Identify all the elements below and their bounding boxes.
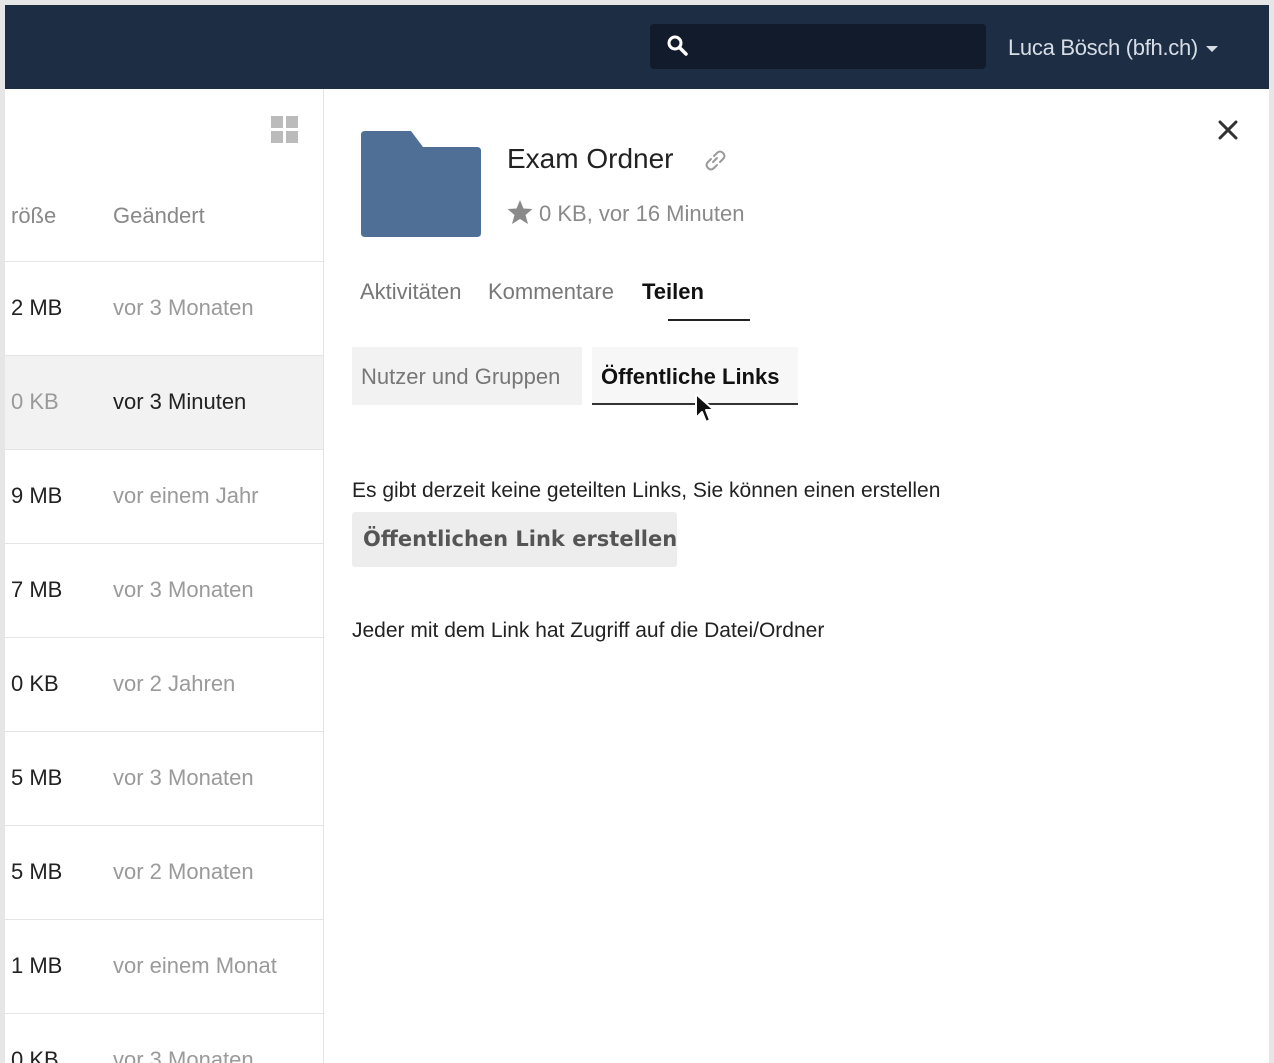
link-icon[interactable] <box>702 147 728 173</box>
table-row[interactable]: 9 MB vor einem Jahr <box>5 450 323 544</box>
file-title: Exam Ordner <box>507 143 674 175</box>
chevron-down-icon <box>1206 46 1218 52</box>
file-size: 7 MB <box>11 577 62 603</box>
file-modified: vor 3 Monaten <box>113 577 254 603</box>
no-links-message: Es gibt derzeit keine geteilten Links, S… <box>352 479 940 503</box>
table-row[interactable]: 1 MB vor einem Monat <box>5 920 323 1014</box>
file-list: röße Geändert 2 MB vor 3 Monaten 0 KB vor 3… <box>5 89 324 1063</box>
grid-view-icon[interactable] <box>271 116 299 144</box>
file-modified: vor 3 Monaten <box>113 295 254 321</box>
table-row[interactable]: 5 MB vor 3 Monaten <box>5 732 323 826</box>
file-size: 0 KB <box>11 389 59 415</box>
link-access-info: Jeder mit dem Link hat Zugriff auf die D… <box>352 619 824 643</box>
file-meta: 0 KB, vor 16 Minuten <box>507 199 744 227</box>
file-modified: vor 3 Monaten <box>113 1047 254 1063</box>
search-input[interactable] <box>650 24 986 69</box>
user-name: Luca Bösch (bfh.ch) <box>1008 35 1198 60</box>
close-icon[interactable] <box>1217 119 1239 141</box>
file-size: 9 MB <box>11 483 62 509</box>
tab-sharing[interactable]: Teilen <box>642 279 704 305</box>
create-public-link-button[interactable]: Öffentlichen Link erstellen <box>352 512 677 567</box>
file-size: 2 MB <box>11 295 62 321</box>
file-modified: vor 3 Monaten <box>113 765 254 791</box>
tab-activities[interactable]: Aktivitäten <box>360 279 462 305</box>
table-row[interactable]: 0 KB vor 3 Minuten <box>5 356 323 450</box>
column-header-modified[interactable]: Geändert <box>113 203 205 229</box>
column-header-size[interactable]: röße <box>11 203 56 229</box>
file-size: 5 MB <box>11 859 62 885</box>
star-icon[interactable] <box>507 199 533 225</box>
file-size: 0 KB <box>11 671 59 697</box>
top-header-bar: Luca Bösch (bfh.ch) <box>5 5 1269 89</box>
table-row[interactable]: 2 MB vor 3 Monaten <box>5 262 323 356</box>
file-list-header: röße Geändert <box>5 189 323 262</box>
file-modified: vor 2 Jahren <box>113 671 235 697</box>
details-sidebar: Exam Ordner 0 KB, vor 16 Minuten Aktivit… <box>324 89 1269 1063</box>
search-icon <box>666 34 690 58</box>
active-tab-indicator <box>668 319 750 321</box>
table-row[interactable]: 5 MB vor 2 Monaten <box>5 826 323 920</box>
file-rows: 2 MB vor 3 Monaten 0 KB vor 3 Minuten 9 MB vo… <box>5 262 323 1063</box>
file-modified: vor einem Jahr <box>113 483 259 509</box>
file-size: 5 MB <box>11 765 62 791</box>
file-modified: vor 2 Monaten <box>113 859 254 885</box>
table-row[interactable]: 7 MB vor 3 Monaten <box>5 544 323 638</box>
file-size: 0 KB <box>11 1047 59 1063</box>
table-row[interactable]: 0 KB vor 2 Jahren <box>5 638 323 732</box>
table-row[interactable]: 0 KB vor 3 Monaten <box>5 1014 323 1063</box>
file-size: 1 MB <box>11 953 62 979</box>
file-modified: vor 3 Minuten <box>113 389 246 415</box>
file-meta-text: 0 KB, vor 16 Minuten <box>539 201 744 226</box>
file-modified: vor einem Monat <box>113 953 277 979</box>
tab-comments[interactable]: Kommentare <box>488 279 614 305</box>
subtab-users-groups[interactable]: Nutzer und Gruppen <box>352 347 582 405</box>
mouse-cursor <box>694 392 718 426</box>
user-menu[interactable]: Luca Bösch (bfh.ch) <box>1008 35 1218 61</box>
folder-icon <box>359 131 481 237</box>
